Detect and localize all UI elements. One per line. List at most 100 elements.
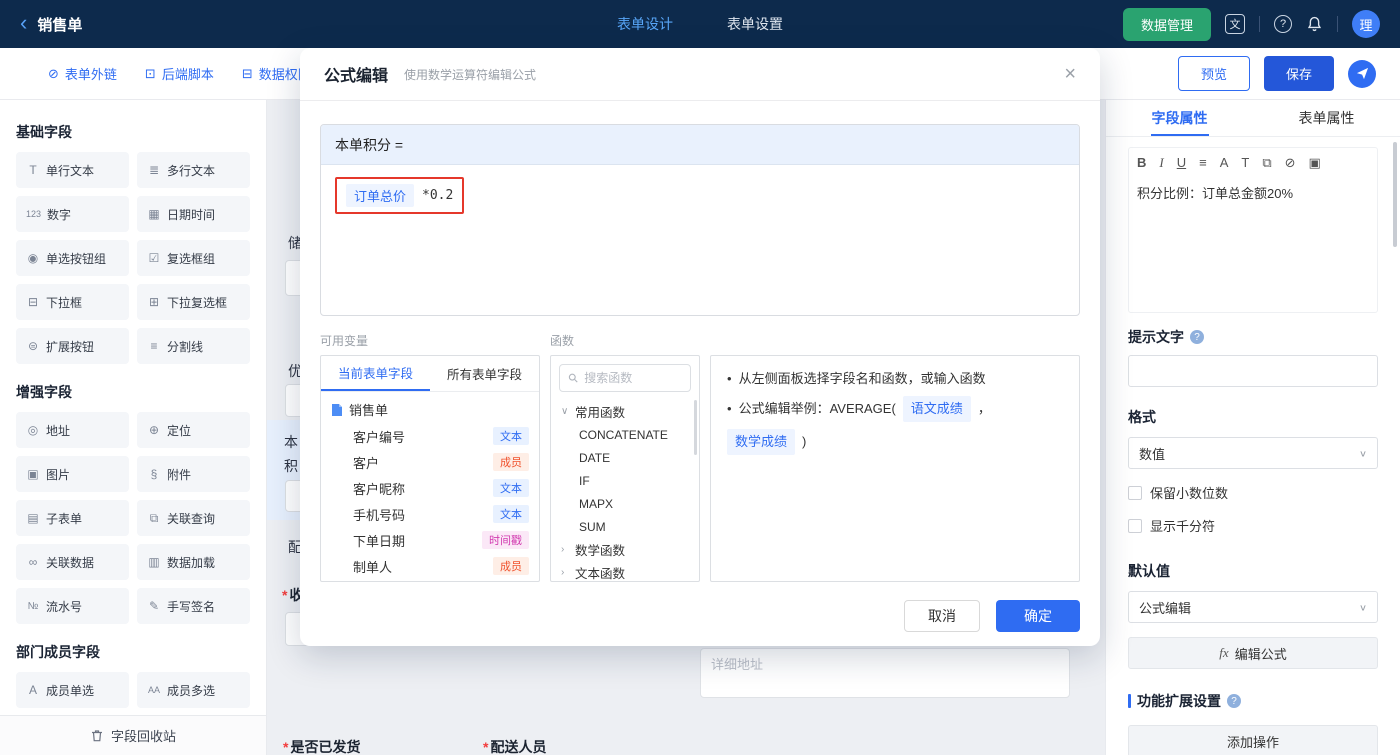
sidebar-item-subform[interactable]: ▤ 子表单 bbox=[16, 500, 129, 536]
add-action-button[interactable]: 添加操作 bbox=[1128, 725, 1378, 755]
sidebar-item-member-single[interactable]: A 成员单选 bbox=[16, 672, 129, 708]
sidebar-item-data-load[interactable]: ▥ 数据加载 bbox=[137, 544, 250, 580]
function-group-common[interactable]: ∨ 常用函数 bbox=[551, 400, 699, 423]
data-manage-button[interactable]: 数据管理 bbox=[1122, 7, 1211, 41]
function-item-mapx[interactable]: MAPX bbox=[551, 492, 699, 515]
decimal-checkbox-row[interactable]: 保留小数位数 bbox=[1128, 483, 1378, 502]
share-icon[interactable] bbox=[1348, 59, 1376, 88]
formula-expression-text[interactable]: *0.2 bbox=[422, 188, 453, 203]
formula-expression-area[interactable]: 订单总价 *0.2 bbox=[321, 165, 1079, 226]
script-icon: ⊡ bbox=[144, 65, 156, 81]
modal-subtitle: 使用数学运算符编辑公式 bbox=[404, 67, 537, 82]
formula-selection-highlight[interactable]: 订单总价 *0.2 bbox=[335, 177, 465, 214]
italic-icon[interactable]: I bbox=[1159, 156, 1163, 169]
function-item-date[interactable]: DATE bbox=[551, 446, 699, 469]
edit-formula-button[interactable]: fx 编辑公式 bbox=[1128, 637, 1378, 669]
hint-text-input[interactable] bbox=[1128, 355, 1378, 387]
function-group-math[interactable]: › 数学函数 bbox=[551, 538, 699, 561]
help-icon[interactable]: ? bbox=[1274, 15, 1292, 33]
variable-field-row[interactable]: 制单人 成员 bbox=[321, 553, 539, 579]
font-size-icon[interactable]: T bbox=[1241, 156, 1249, 169]
sidebar-item-checkbox-group[interactable]: ☑ 复选框组 bbox=[137, 240, 250, 276]
variable-field-row[interactable]: 客户 成员 bbox=[321, 449, 539, 475]
variable-name: 客户 bbox=[353, 455, 380, 471]
detail-address-input[interactable] bbox=[711, 657, 1059, 672]
sidebar-item-datetime[interactable]: ▦ 日期时间 bbox=[137, 196, 250, 232]
variable-field-row[interactable]: 客户昵称 文本 bbox=[321, 475, 539, 501]
sidebar-item-related-query[interactable]: ⧉ 关联查询 bbox=[137, 500, 250, 536]
avatar[interactable]: 理 bbox=[1352, 10, 1380, 38]
sidebar-item-member-multi[interactable]: AA 成员多选 bbox=[137, 672, 250, 708]
decimal-checkbox[interactable] bbox=[1128, 485, 1142, 500]
tab-current-form-fields[interactable]: 当前表单字段 bbox=[321, 356, 430, 391]
font-color-icon[interactable]: A bbox=[1220, 156, 1229, 169]
sidebar-item-serial-number[interactable]: № 流水号 bbox=[16, 588, 129, 624]
unlink-icon[interactable]: ⊘ bbox=[1285, 156, 1296, 169]
format-select[interactable]: 数值 ∨ bbox=[1128, 437, 1378, 469]
preview-button[interactable]: 预览 bbox=[1177, 56, 1250, 91]
tip-text: 从左侧面板选择字段名和函数，或输入函数 bbox=[738, 371, 986, 386]
tab-form-properties[interactable]: 表单属性 bbox=[1253, 100, 1400, 136]
item-label: 附件 bbox=[167, 467, 192, 482]
backend-script-link[interactable]: ⊡ 后端脚本 bbox=[145, 64, 214, 83]
tab-all-form-fields[interactable]: 所有表单字段 bbox=[430, 356, 539, 391]
insert-image-icon[interactable]: ▣ bbox=[1309, 156, 1321, 169]
extension-help-icon[interactable]: ? bbox=[1227, 694, 1241, 708]
sidebar-item-dropdown[interactable]: ⊟ 下拉框 bbox=[16, 284, 129, 320]
sidebar-item-location[interactable]: ⊕ 定位 bbox=[137, 412, 250, 448]
bell-icon[interactable] bbox=[1306, 16, 1323, 33]
align-icon[interactable]: ≡ bbox=[1199, 156, 1207, 169]
tab-form-settings[interactable]: 表单设置 bbox=[727, 14, 783, 34]
panel-scrollbar[interactable] bbox=[1393, 142, 1397, 247]
thousand-separator-checkbox-row[interactable]: 显示千分符 bbox=[1128, 516, 1378, 535]
sidebar-item-dropdown-multi[interactable]: ⊞ 下拉复选框 bbox=[137, 284, 250, 320]
item-label: 下拉框 bbox=[46, 295, 83, 310]
variable-field-row[interactable]: 下单日期 时间戳 bbox=[321, 527, 539, 553]
function-item-sum[interactable]: SUM bbox=[551, 515, 699, 538]
hint-help-icon[interactable]: ? bbox=[1190, 330, 1204, 344]
sidebar-item-attachment[interactable]: § 附件 bbox=[137, 456, 250, 492]
confirm-button[interactable]: 确定 bbox=[996, 600, 1080, 632]
close-icon[interactable]: × bbox=[1064, 64, 1076, 84]
sidebar-item-multi-text[interactable]: ≣ 多行文本 bbox=[137, 152, 250, 188]
variable-field-row[interactable]: 客户编号 文本 bbox=[321, 423, 539, 449]
edit-formula-label: 编辑公式 bbox=[1234, 646, 1287, 662]
cancel-button[interactable]: 取消 bbox=[904, 600, 980, 632]
sidebar-item-number[interactable]: 123 数字 bbox=[16, 196, 129, 232]
field-description-text[interactable]: 积分比例：订单总金额20% bbox=[1129, 175, 1377, 210]
function-group-text[interactable]: › 文本函数 bbox=[551, 561, 699, 581]
sidebar-item-address[interactable]: ◎ 地址 bbox=[16, 412, 129, 448]
function-search-input[interactable] bbox=[584, 371, 682, 385]
underline-icon[interactable]: U bbox=[1177, 156, 1186, 169]
sidebar-item-image[interactable]: ▣ 图片 bbox=[16, 456, 129, 492]
field-token-order-total[interactable]: 订单总价 bbox=[346, 184, 415, 207]
form-external-link[interactable]: ⊘ 表单外链 bbox=[48, 64, 117, 83]
function-search-box[interactable] bbox=[559, 364, 691, 392]
sidebar-item-radio-group[interactable]: ◉ 单选按钮组 bbox=[16, 240, 129, 276]
detail-address-field[interactable] bbox=[700, 648, 1070, 698]
save-button[interactable]: 保存 bbox=[1263, 56, 1334, 91]
variables-root-node[interactable]: 销售单 bbox=[321, 392, 539, 423]
tab-field-properties[interactable]: 字段属性 bbox=[1106, 100, 1253, 136]
thousand-separator-checkbox[interactable] bbox=[1128, 518, 1142, 533]
back-icon[interactable]: ‹ bbox=[20, 11, 27, 34]
bold-icon[interactable]: B bbox=[1137, 156, 1146, 169]
default-value-select[interactable]: 公式编辑 ∨ bbox=[1128, 591, 1378, 623]
sidebar-item-extend-button[interactable]: ⊜ 扩展按钮 bbox=[16, 328, 129, 364]
divider-icon: ≡ bbox=[150, 339, 158, 353]
sidebar-item-related-data[interactable]: ∞ 关联数据 bbox=[16, 544, 129, 580]
variable-field-row[interactable]: 手机号码 文本 bbox=[321, 501, 539, 527]
tab-form-design[interactable]: 表单设计 bbox=[617, 14, 673, 34]
field-recycle-bin[interactable]: 字段回收站 bbox=[0, 715, 266, 755]
function-item-if[interactable]: IF bbox=[551, 469, 699, 492]
formula-editor[interactable]: 本单积分 = 订单总价 *0.2 bbox=[320, 124, 1080, 316]
sidebar-item-divider[interactable]: ≡ 分割线 bbox=[137, 328, 250, 364]
link-icon[interactable]: ⧉ bbox=[1262, 156, 1271, 169]
field-description-editor[interactable]: B I U ≡ A T ⧉ ⊘ ▣ 积分比例：订单总金额20% bbox=[1128, 147, 1378, 313]
functions-scrollbar[interactable] bbox=[694, 400, 697, 455]
sidebar-item-single-text[interactable]: T 单行文本 bbox=[16, 152, 129, 188]
sidebar-item-signature[interactable]: ✎ 手写签名 bbox=[137, 588, 250, 624]
function-item-concatenate[interactable]: CONCATENATE bbox=[551, 423, 699, 446]
translate-icon[interactable]: 文 bbox=[1225, 14, 1245, 34]
hint-label-row: 提示文字 ? bbox=[1128, 327, 1378, 347]
